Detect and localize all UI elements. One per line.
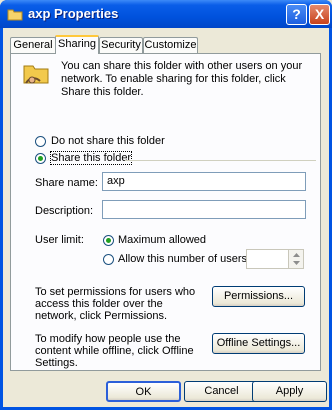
- dialog-client: General Sharing Security Customize You c…: [3, 28, 329, 407]
- offline-settings-button[interactable]: Offline Settings...: [212, 333, 305, 354]
- do-not-share-radio[interactable]: [35, 136, 46, 147]
- offline-text: To modify how people use the content whi…: [35, 333, 194, 369]
- share-name-input[interactable]: axp: [102, 172, 306, 191]
- close-button[interactable]: X: [309, 4, 330, 25]
- folder-icon: [7, 9, 23, 21]
- spin-up-icon[interactable]: [293, 253, 300, 258]
- tab-sharing[interactable]: Sharing: [55, 35, 99, 54]
- apply-button[interactable]: Apply: [252, 381, 327, 402]
- tab-security[interactable]: Security: [99, 37, 143, 53]
- share-folder-label[interactable]: Share this folder: [49, 151, 133, 165]
- title-bar[interactable]: axp Properties ? X: [0, 0, 332, 28]
- spinner-buttons: [288, 250, 303, 268]
- properties-dialog: axp Properties ? X General Sharing Secur…: [0, 0, 332, 410]
- share-name-label: Share name:: [35, 177, 98, 189]
- maximum-allowed-label[interactable]: Maximum allowed: [118, 234, 206, 246]
- share-folder-radio[interactable]: [35, 153, 46, 164]
- tab-customize[interactable]: Customize: [143, 37, 198, 53]
- maximum-allowed-radio[interactable]: [103, 235, 114, 246]
- window-title: axp Properties: [28, 6, 119, 21]
- ok-button[interactable]: OK: [106, 381, 181, 402]
- description-input[interactable]: [102, 200, 306, 219]
- allow-users-radio[interactable]: [103, 254, 114, 265]
- help-button[interactable]: ?: [286, 4, 307, 25]
- user-limit-label: User limit:: [35, 234, 84, 246]
- user-count-spinner[interactable]: [246, 249, 304, 269]
- spin-down-icon[interactable]: [293, 261, 300, 266]
- shared-folder-icon: [23, 65, 49, 84]
- sharing-panel: You can share this folder with other use…: [10, 53, 321, 371]
- cancel-button[interactable]: Cancel: [184, 381, 259, 402]
- permissions-button[interactable]: Permissions...: [212, 286, 305, 307]
- tab-general[interactable]: General: [10, 37, 56, 53]
- sharing-intro-text: You can share this folder with other use…: [61, 60, 303, 98]
- share-group-divider: [125, 160, 316, 161]
- do-not-share-label[interactable]: Do not share this folder: [51, 135, 165, 147]
- permissions-text: To set permissions for users who access …: [35, 286, 196, 322]
- allow-users-label[interactable]: Allow this number of users:: [118, 253, 250, 265]
- description-label: Description:: [35, 205, 94, 217]
